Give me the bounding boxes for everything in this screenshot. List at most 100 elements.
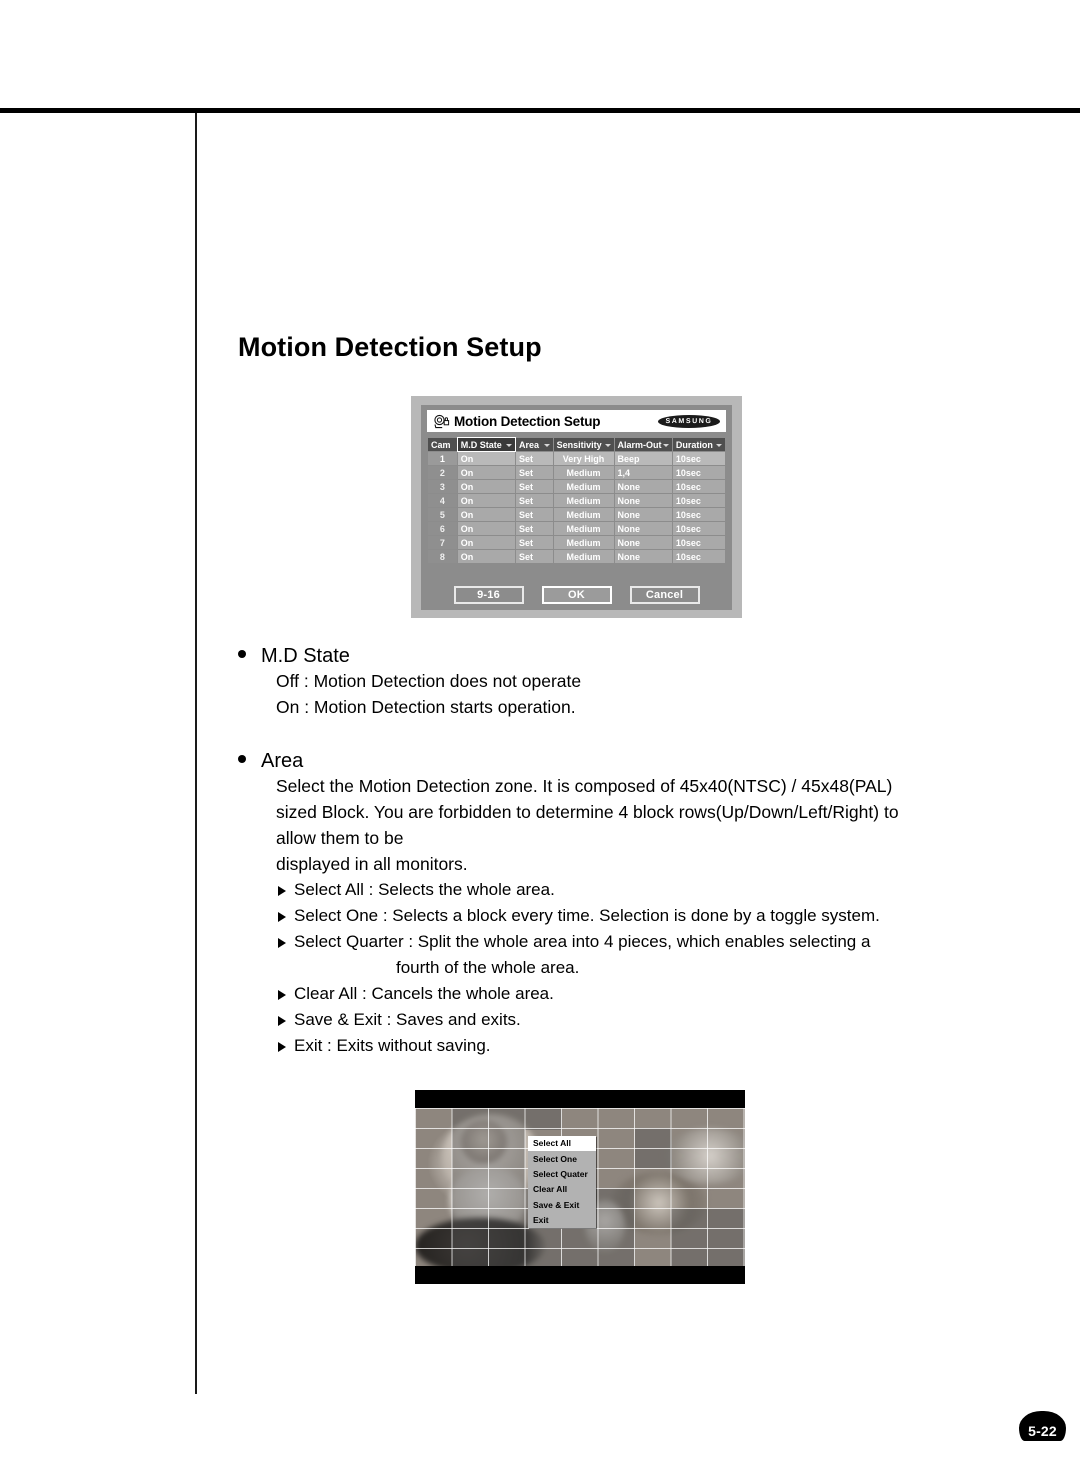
cell-sensitivity[interactable]: Medium — [553, 480, 614, 493]
area-context-menu[interactable]: Select All Select One Select Quater Clea… — [528, 1136, 596, 1229]
cell-cam: 6 — [428, 522, 457, 535]
table-row[interactable]: 3 On Set Medium None 10sec — [428, 480, 725, 493]
bullet-icon — [238, 755, 246, 763]
cell-alarm-out[interactable]: None — [614, 508, 672, 521]
list-item-label: Select Quarter : Split the whole area in… — [294, 932, 871, 951]
cell-area[interactable]: Set — [516, 508, 553, 521]
list-item: Save & Exit : Saves and exits. — [278, 1007, 899, 1033]
cell-md-state[interactable]: On — [457, 452, 516, 465]
cell-sensitivity[interactable]: Medium — [553, 522, 614, 535]
motion-area-grid-figure: Select All Select One Select Quater Clea… — [415, 1090, 745, 1284]
dialog-titlebar: Motion Detection Setup SAMSUNG — [427, 410, 726, 432]
cell-area[interactable]: Set — [516, 452, 553, 465]
arrow-right-icon — [278, 938, 286, 948]
list-item-label: Exit : Exits without saving. — [294, 1036, 491, 1055]
cell-area[interactable]: Set — [516, 466, 553, 479]
cell-area[interactable]: Set — [516, 550, 553, 563]
cell-md-state[interactable]: On — [457, 522, 516, 535]
menu-item-select-one[interactable]: Select One — [528, 1151, 596, 1167]
cell-duration[interactable]: 10sec — [672, 494, 725, 507]
table-header-row: Cam M.D State Area Sensitivity Alarm-Out… — [428, 437, 725, 452]
ok-button[interactable]: OK — [541, 586, 612, 604]
cell-duration[interactable]: 10sec — [672, 480, 725, 493]
table-row[interactable]: 2 On Set Medium 1,4 10sec — [428, 466, 725, 479]
cell-md-state[interactable]: On — [457, 480, 516, 493]
cell-cam: 5 — [428, 508, 457, 521]
cell-duration[interactable]: 10sec — [672, 550, 725, 563]
cell-duration[interactable]: 10sec — [672, 466, 725, 479]
table-row[interactable]: 1 On Set Very High Beep 10sec — [428, 452, 725, 465]
table-row[interactable]: 8 On Set Medium None 10sec — [428, 550, 725, 563]
cell-md-state[interactable]: On — [457, 494, 516, 507]
list-item-label: Select One : Selects a block every time.… — [294, 906, 880, 925]
table-row[interactable]: 4 On Set Medium None 10sec — [428, 494, 725, 507]
column-header-area[interactable]: Area — [516, 438, 553, 451]
list-item: Clear All : Cancels the whole area. — [278, 981, 899, 1007]
column-header-alarm-out[interactable]: Alarm-Out — [614, 438, 672, 451]
cancel-button[interactable]: Cancel — [629, 586, 700, 604]
cell-sensitivity[interactable]: Medium — [553, 494, 614, 507]
cell-alarm-out[interactable]: None — [614, 494, 672, 507]
menu-item-select-all[interactable]: Select All — [528, 1136, 596, 1152]
column-header-duration-label: Duration — [675, 439, 713, 450]
chevron-down-icon — [716, 443, 722, 447]
menu-item-clear-all[interactable]: Clear All — [528, 1182, 596, 1198]
camera-settings-table: Cam M.D State Area Sensitivity Alarm-Out… — [427, 437, 726, 564]
column-header-alarm-out-label: Alarm-Out — [617, 439, 662, 450]
list-item: Select All : Selects the whole area. — [278, 877, 899, 903]
section-area: Area Select the Motion Detection zone. I… — [238, 750, 899, 1059]
cell-sensitivity[interactable]: Medium — [553, 536, 614, 549]
motion-detection-setup-dialog-figure: Motion Detection Setup SAMSUNG Cam M.D S… — [411, 396, 742, 618]
cell-alarm-out[interactable]: None — [614, 536, 672, 549]
cell-md-state[interactable]: On — [457, 550, 516, 563]
table-row[interactable]: 5 On Set Medium None 10sec — [428, 508, 725, 521]
list-item: Exit : Exits without saving. — [278, 1033, 899, 1059]
column-header-duration[interactable]: Duration — [672, 438, 725, 451]
bullet-icon — [238, 650, 246, 658]
table-row[interactable]: 7 On Set Medium None 10sec — [428, 536, 725, 549]
cell-alarm-out[interactable]: 1,4 — [614, 466, 672, 479]
cell-duration[interactable]: 10sec — [672, 508, 725, 521]
table-row[interactable]: 6 On Set Medium None 10sec — [428, 522, 725, 535]
page-range-button[interactable]: 9-16 — [453, 586, 524, 604]
cell-alarm-out[interactable]: None — [614, 550, 672, 563]
menu-item-exit[interactable]: Exit — [528, 1212, 596, 1229]
dialog-title: Motion Detection Setup — [454, 413, 601, 429]
cell-duration[interactable]: 10sec — [672, 452, 725, 465]
cell-area[interactable]: Set — [516, 494, 553, 507]
cell-sensitivity[interactable]: Medium — [553, 466, 614, 479]
cell-sensitivity[interactable]: Medium — [553, 508, 614, 521]
cell-area[interactable]: Set — [516, 480, 553, 493]
column-header-area-label: Area — [519, 439, 540, 450]
arrow-right-icon — [278, 912, 286, 922]
cell-alarm-out[interactable]: Beep — [614, 452, 672, 465]
column-header-md-state[interactable]: M.D State — [456, 437, 517, 452]
arrow-right-icon — [278, 1042, 286, 1052]
menu-item-save-and-exit[interactable]: Save & Exit — [528, 1197, 596, 1213]
md-state-on-line: On : Motion Detection starts operation. — [276, 697, 576, 717]
cell-md-state[interactable]: On — [457, 508, 516, 521]
column-header-cam[interactable]: Cam — [428, 438, 457, 451]
cell-area[interactable]: Set — [516, 522, 553, 535]
menu-item-select-quater[interactable]: Select Quater — [528, 1166, 596, 1183]
cell-alarm-out[interactable]: None — [614, 480, 672, 493]
list-item-continuation: fourth of the whole area. — [396, 958, 580, 977]
column-header-sensitivity[interactable]: Sensitivity — [553, 438, 614, 451]
cell-duration[interactable]: 10sec — [672, 522, 725, 535]
column-header-md-state-label: M.D State — [460, 439, 502, 450]
cell-md-state[interactable]: On — [457, 466, 516, 479]
cell-sensitivity[interactable]: Very High — [553, 452, 614, 465]
arrow-right-icon — [278, 1016, 286, 1026]
cell-md-state[interactable]: On — [457, 536, 516, 549]
cell-cam: 2 — [428, 466, 457, 479]
cell-cam: 4 — [428, 494, 457, 507]
chevron-down-icon — [543, 443, 550, 447]
md-state-heading: M.D State — [238, 645, 581, 668]
cell-sensitivity[interactable]: Medium — [553, 550, 614, 563]
area-paragraph-line-4: displayed in all monitors. — [276, 854, 468, 874]
cell-alarm-out[interactable]: None — [614, 522, 672, 535]
list-item-label: Clear All : Cancels the whole area. — [294, 984, 554, 1003]
cell-duration[interactable]: 10sec — [672, 536, 725, 549]
cell-area[interactable]: Set — [516, 536, 553, 549]
column-header-sensitivity-label: Sensitivity — [556, 439, 602, 450]
